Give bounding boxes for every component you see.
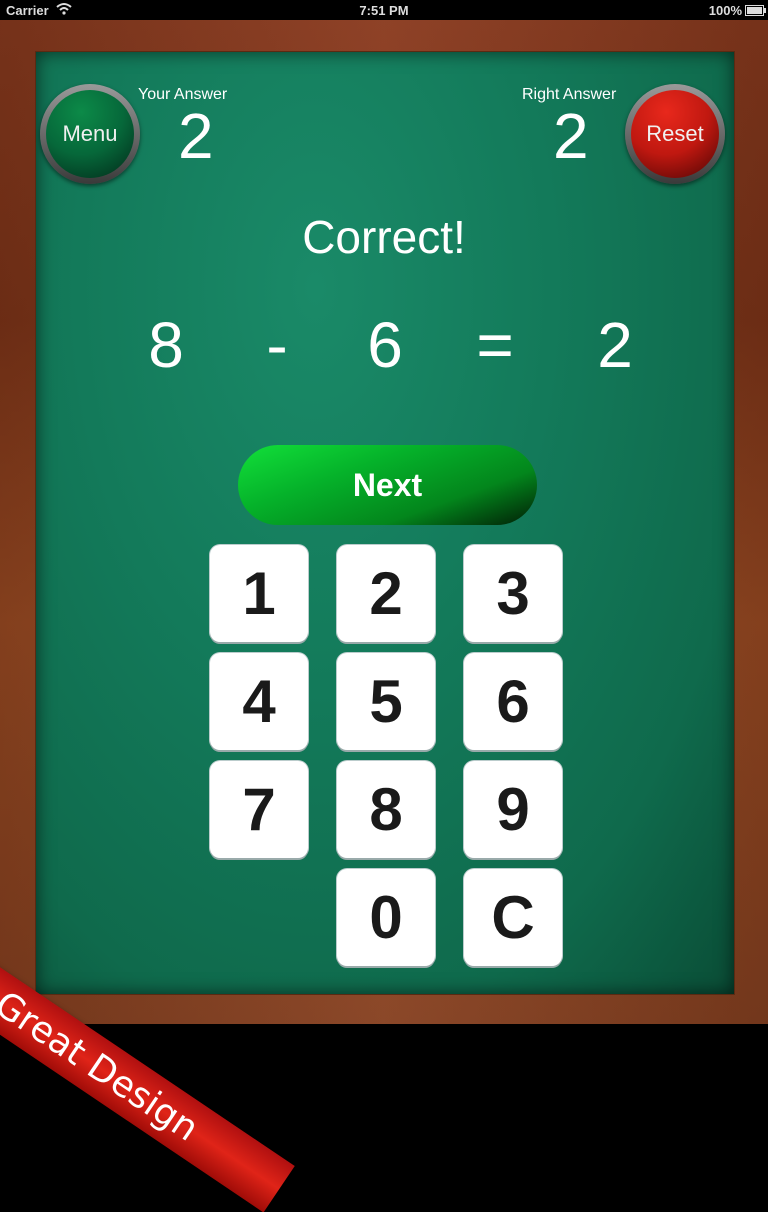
key-0[interactable]: 0 <box>337 869 435 966</box>
key-7[interactable]: 7 <box>210 761 308 858</box>
battery-icon <box>745 5 766 16</box>
equation-operand-1: 8 <box>148 309 184 381</box>
key-1[interactable]: 1 <box>210 545 308 642</box>
your-answer-value: 2 <box>178 100 214 172</box>
equation-result: 2 <box>597 309 633 381</box>
equation-equals: = <box>476 309 514 381</box>
key-3[interactable]: 3 <box>464 545 562 642</box>
menu-button[interactable]: Menu <box>40 84 140 184</box>
right-answer-value: 2 <box>553 100 589 172</box>
key-clear[interactable]: C <box>464 869 562 966</box>
reset-button-label: Reset <box>631 90 719 178</box>
key-4[interactable]: 4 <box>210 653 308 750</box>
feedback-message: Correct! <box>302 211 466 263</box>
equation-operand-2: 6 <box>367 309 403 381</box>
key-6[interactable]: 6 <box>464 653 562 750</box>
clock: 7:51 PM <box>359 3 409 18</box>
status-bar: Carrier 7:51 PM 100% <box>0 0 768 20</box>
menu-button-label: Menu <box>46 90 134 178</box>
next-button[interactable]: Next <box>238 445 537 525</box>
key-2[interactable]: 2 <box>337 545 435 642</box>
reset-button[interactable]: Reset <box>625 84 725 184</box>
key-8[interactable]: 8 <box>337 761 435 858</box>
battery-percent: 100% <box>708 3 742 18</box>
key-5[interactable]: 5 <box>337 653 435 750</box>
key-9[interactable]: 9 <box>464 761 562 858</box>
equation-operator: - <box>266 309 288 381</box>
